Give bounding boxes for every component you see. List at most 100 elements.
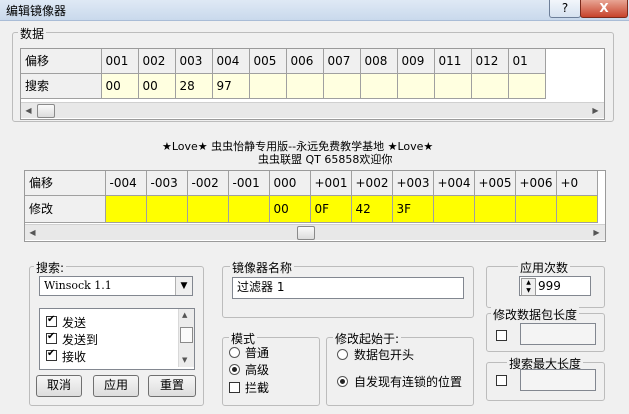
column-header: +004: [433, 171, 475, 196]
intercept-checkbox[interactable]: [229, 382, 240, 393]
column-header: 001: [101, 49, 139, 74]
search-table: 偏移 001 002 003 004 005 006 007 008 009 011 012 01 搜索…: [21, 49, 546, 99]
search-cell[interactable]: [508, 73, 546, 99]
search-cell[interactable]: [434, 73, 472, 99]
modify-cell[interactable]: 42: [351, 195, 393, 223]
scroll-thumb[interactable]: [297, 226, 315, 240]
column-header: 004: [212, 49, 250, 74]
scroll-left-icon[interactable]: ◀: [21, 103, 36, 118]
search-grid[interactable]: 偏移 001 002 003 004 005 006 007 008 009 011 012 01 搜索…: [20, 48, 605, 120]
search-cell[interactable]: [286, 73, 324, 99]
column-header: 005: [249, 49, 287, 74]
column-header: +0: [556, 171, 598, 196]
apply-button[interactable]: 应用: [93, 375, 139, 397]
event-list-item[interactable]: 接收: [44, 348, 174, 364]
modify-table: 偏移 -004 -003 -002 -001 000 +001 +002 +003 +004 +00…: [25, 171, 598, 223]
modify-cell[interactable]: [105, 195, 147, 223]
window-title: 编辑镜像器: [6, 4, 67, 18]
search-cell[interactable]: [360, 73, 398, 99]
modify-cell[interactable]: 3F: [392, 195, 434, 223]
column-header: 012: [471, 49, 509, 74]
event-list-scrollbar[interactable]: ▲ ▼: [178, 309, 194, 367]
search-max-checkbox[interactable]: [496, 375, 507, 386]
apply-count-value: 999: [538, 279, 561, 293]
column-header: 008: [360, 49, 398, 74]
apply-count-input[interactable]: 999 ▲ ▼: [519, 276, 591, 296]
modify-start-packet-radio[interactable]: [337, 349, 348, 360]
column-header: -001: [228, 171, 270, 196]
scroll-thumb[interactable]: [37, 104, 55, 118]
search-cell[interactable]: [249, 73, 287, 99]
apply-count-label: 应用次数: [518, 259, 571, 276]
column-header: 002: [138, 49, 176, 74]
event-list[interactable]: 发送发送到接收 ▲ ▼: [39, 308, 195, 370]
modify-grid[interactable]: 偏移 -004 -003 -002 -001 000 +001 +002 +003 +004 +00…: [24, 170, 606, 242]
modify-start-packet-label: 数据包开头: [354, 348, 415, 362]
mode-normal-radio[interactable]: [229, 347, 240, 358]
mode-advanced-label: 高级: [245, 363, 270, 377]
event-list-item[interactable]: 发送到: [44, 331, 174, 347]
search-group-label: 搜索:: [34, 259, 67, 276]
mode-normal-label: 普通: [245, 346, 270, 360]
event-label: 接收: [62, 350, 87, 364]
protocol-select[interactable]: Winsock 1.1 ▼: [39, 276, 193, 296]
help-button[interactable]: ?: [549, 0, 581, 18]
search-cell[interactable]: 00: [101, 73, 139, 99]
column-header: -004: [105, 171, 147, 196]
offset-row-header: 偏移: [21, 49, 102, 74]
event-label: 发送到: [62, 333, 99, 347]
event-list-item[interactable]: 发送: [44, 314, 174, 330]
modify-start-label: 修改起始于:: [333, 330, 402, 347]
modify-length-checkbox[interactable]: [496, 330, 507, 341]
modify-cell[interactable]: 0F: [310, 195, 352, 223]
search-cell[interactable]: 00: [138, 73, 176, 99]
search-grid-scrollbar[interactable]: ◀ ▶: [21, 102, 604, 118]
scroll-left-icon[interactable]: ◀: [25, 225, 40, 240]
modify-row-header: 修改: [25, 195, 106, 223]
modify-cell[interactable]: [433, 195, 475, 223]
event-checkbox[interactable]: [46, 348, 57, 361]
modify-cell[interactable]: [556, 195, 598, 223]
column-header: 011: [434, 49, 472, 74]
mirror-name-label: 镜像器名称: [230, 259, 295, 276]
cancel-button[interactable]: 取消: [36, 375, 82, 397]
scroll-up-icon[interactable]: ▲: [182, 311, 187, 319]
search-cell[interactable]: 28: [175, 73, 213, 99]
modify-length-label: 修改数据包长度: [491, 306, 580, 323]
search-cell[interactable]: [323, 73, 361, 99]
reset-button[interactable]: 重置: [148, 375, 196, 397]
search-max-input[interactable]: [520, 369, 596, 391]
spin-icon[interactable]: ▲ ▼: [521, 278, 536, 296]
modify-cell[interactable]: [515, 195, 557, 223]
column-header: 01: [508, 49, 546, 74]
modify-start-found-radio[interactable]: [337, 376, 348, 387]
scroll-thumb[interactable]: [180, 327, 193, 343]
column-header: -003: [146, 171, 188, 196]
search-cell[interactable]: [397, 73, 435, 99]
modify-cell[interactable]: [474, 195, 516, 223]
chevron-down-icon[interactable]: ▼: [175, 277, 192, 295]
event-checkbox[interactable]: [46, 331, 57, 344]
scroll-right-icon[interactable]: ▶: [589, 225, 604, 240]
search-cell[interactable]: [471, 73, 509, 99]
mode-advanced-radio[interactable]: [229, 364, 240, 375]
event-checkbox[interactable]: [46, 314, 57, 327]
column-header: -002: [187, 171, 229, 196]
modify-cell[interactable]: [146, 195, 188, 223]
search-cell[interactable]: 97: [212, 73, 250, 99]
modify-cell[interactable]: [228, 195, 270, 223]
modify-cell[interactable]: [187, 195, 229, 223]
close-button[interactable]: X: [580, 0, 628, 18]
scroll-right-icon[interactable]: ▶: [588, 103, 603, 118]
offset-row-header: 偏移: [25, 171, 106, 196]
column-header: 009: [397, 49, 435, 74]
column-header: 006: [286, 49, 324, 74]
intercept-label: 拦截: [245, 381, 270, 395]
scroll-down-icon[interactable]: ▼: [182, 356, 187, 364]
mirror-name-input[interactable]: 过滤器 1: [232, 277, 464, 299]
modify-grid-scrollbar[interactable]: ◀ ▶: [25, 224, 605, 240]
modify-cell[interactable]: 00: [269, 195, 311, 223]
event-label: 发送: [62, 316, 87, 330]
modify-length-input[interactable]: [520, 323, 596, 345]
banner-line2: 虫虫联盟 QT 65858欢迎你: [258, 153, 393, 166]
